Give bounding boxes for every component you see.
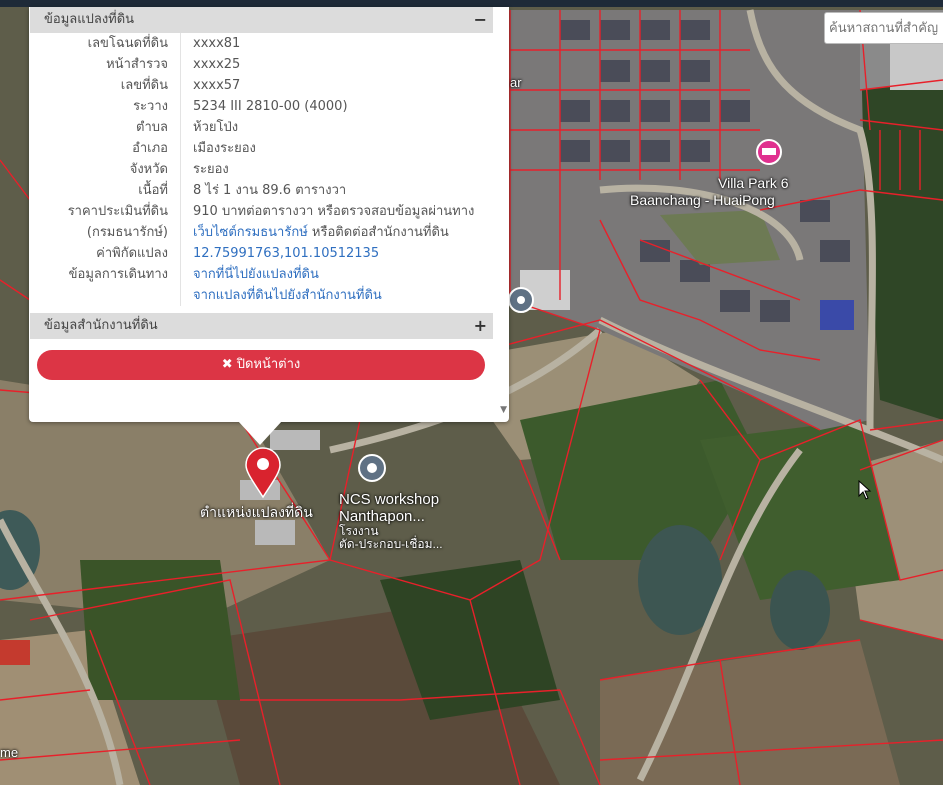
info-row: ราคาประเมินที่ดิน 910 บาทต่อตารางวา หรือต… — [30, 201, 493, 222]
info-row-value: ห้วยโป่ง — [193, 120, 239, 135]
info-row-label: ระวาง — [133, 99, 168, 114]
info-row-value: xxxx81 — [193, 36, 241, 51]
row-divider — [180, 264, 181, 285]
info-row: จากแปลงที่ดินไปยังสำนักงานที่ดิน — [30, 285, 493, 306]
info-row-value: 8 ไร่ 1 งาน 89.6 ตารางวา — [193, 183, 347, 198]
info-row-link[interactable]: จากแปลงที่ดินไปยังสำนักงานที่ดิน — [193, 288, 382, 303]
row-divider — [180, 201, 181, 222]
info-row-label: ข้อมูลการเดินทาง — [68, 267, 168, 282]
info-row-label: (กรมธนารักษ์) — [86, 225, 168, 240]
close-window-button[interactable]: ✖ ปิดหน้าต่าง — [37, 350, 485, 380]
info-row-value: 12.75991763,101.10512135 — [193, 243, 379, 264]
row-divider — [180, 285, 181, 306]
info-row-value: เมืองระยอง — [193, 141, 256, 156]
search-input[interactable] — [824, 12, 943, 44]
ncs-workshop-marker-icon — [358, 454, 386, 482]
info-row-value: 910 บาทต่อตารางวา หรือตรวจสอบข้อมูลผ่านท… — [193, 204, 475, 219]
scroll-down-icon[interactable]: ▼ — [500, 405, 507, 415]
info-row-value: xxxx25 — [193, 57, 241, 72]
info-row-value: จากแปลงที่ดินไปยังสำนักงานที่ดิน — [193, 285, 382, 306]
info-row-value: เว็บไซต์กรมธนารักษ์ หรือติดต่อสำนักงานที… — [193, 222, 449, 243]
villa-park-marker-icon — [756, 139, 782, 165]
info-row-value: 5234 III 2810-00 (4000) — [193, 99, 348, 114]
land-office-section-header[interactable]: ข้อมูลสำนักงานที่ดิน + — [30, 313, 493, 339]
info-row-label: เลขโฉนดที่ดิน — [87, 36, 168, 51]
row-divider — [180, 159, 181, 180]
edge-label-me: me — [0, 745, 19, 760]
expand-icon[interactable]: + — [474, 313, 487, 339]
info-row-label: ราคาประเมินที่ดิน — [67, 204, 168, 219]
info-row-label: เนื้อที่ — [138, 183, 168, 198]
row-divider — [180, 138, 181, 159]
ncs-workshop-description: ตัด-ประกอบ-เชื่อม... — [339, 537, 443, 551]
info-row-value: ระยอง — [193, 162, 229, 177]
info-row-value: จากที่นี่ไปยังแปลงที่ดิน — [193, 264, 319, 285]
collapse-icon[interactable]: − — [474, 7, 487, 33]
info-row: หน้าสำรวจ xxxx25 — [30, 54, 493, 75]
info-row: (กรมธนารักษ์) เว็บไซต์กรมธนารักษ์ หรือติด… — [30, 222, 493, 243]
info-row-label: หน้าสำรวจ — [106, 57, 168, 72]
info-row-link[interactable]: 12.75991763,101.10512135 — [193, 246, 379, 261]
info-row: ข้อมูลการเดินทาง จากที่นี่ไปยังแปลงที่ดิน — [30, 264, 493, 285]
villa-park-label: Villa Park 6 — [718, 175, 789, 191]
popup-pointer — [238, 421, 282, 445]
row-divider — [180, 222, 181, 243]
info-row: ระวาง 5234 III 2810-00 (4000) — [30, 96, 493, 117]
row-divider — [180, 180, 181, 201]
info-row: ค่าพิกัดแปลง 12.75991763,101.10512135 — [30, 243, 493, 264]
info-row: ตำบล ห้วยโป่ง — [30, 117, 493, 138]
info-row: เลขที่ดิน xxxx57 — [30, 75, 493, 96]
mouse-cursor-icon — [858, 480, 872, 500]
land-office-section-title: ข้อมูลสำนักงานที่ดิน — [44, 318, 158, 333]
row-divider — [180, 33, 181, 54]
edge-label-ar: ar — [510, 75, 522, 90]
parcel-info-section-header[interactable]: ข้อมูลแปลงที่ดิน − — [30, 7, 493, 33]
info-row-label: อำเภอ — [132, 141, 168, 156]
info-row: เนื้อที่ 8 ไร่ 1 งาน 89.6 ตารางวา — [30, 180, 493, 201]
info-row-link[interactable]: จากที่นี่ไปยังแปลงที่ดิน — [193, 267, 319, 282]
info-row-label: เลขที่ดิน — [120, 78, 168, 93]
villa-park-sublabel: Baanchang - HuaiPong — [630, 192, 775, 208]
parcel-info-table: เลขโฉนดที่ดิน xxxx81 หน้าสำรวจ xxxx25 เลขที่… — [30, 33, 493, 306]
info-row: จังหวัด ระยอง — [30, 159, 493, 180]
info-row-link[interactable]: เว็บไซต์กรมธนารักษ์ — [193, 225, 308, 240]
info-row-value: xxxx57 — [193, 78, 241, 93]
poi-marker-icon — [508, 287, 534, 313]
row-divider — [180, 75, 181, 96]
row-divider — [180, 54, 181, 75]
top-bar — [0, 0, 943, 7]
info-row: เลขโฉนดที่ดิน xxxx81 — [30, 33, 493, 54]
ncs-workshop-label: NCS workshop — [339, 491, 440, 508]
parcel-info-popup: ข้อมูลแปลงที่ดิน − เลขโฉนดที่ดิน xxxx81 หน… — [29, 7, 509, 422]
row-divider — [180, 117, 181, 138]
row-divider — [180, 96, 181, 117]
row-divider — [180, 243, 181, 264]
parcel-marker-label: ตำแหน่งแปลงที่ดิน — [200, 504, 313, 520]
info-row: อำเภอ เมืองระยอง — [30, 138, 493, 159]
parcel-info-section-title: ข้อมูลแปลงที่ดิน — [44, 12, 135, 27]
info-row-label: ตำบล — [136, 120, 168, 135]
info-row-value-text: หรือติดต่อสำนักงานที่ดิน — [307, 225, 449, 240]
info-row-label: จังหวัด — [129, 162, 168, 177]
info-row-label: ค่าพิกัดแปลง — [96, 246, 168, 261]
